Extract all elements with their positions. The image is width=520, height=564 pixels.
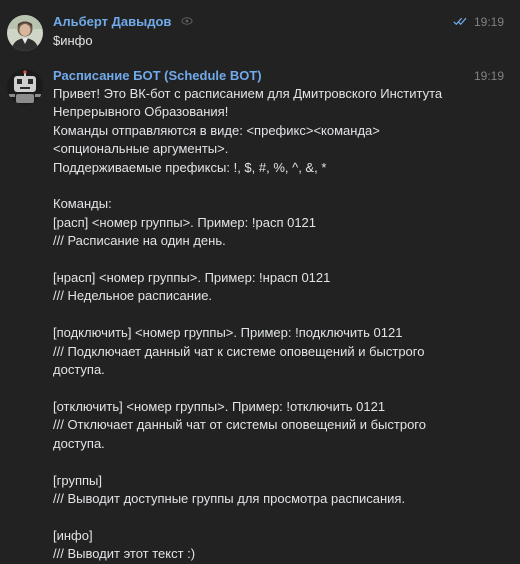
message-text-line: [подключить] <номер группы>. Пример: !по… <box>53 325 403 341</box>
message-text-line <box>53 177 463 195</box>
double-check-icon <box>453 13 467 31</box>
message-body: Привет! Это ВК-бот с расписанием для Дми… <box>53 85 463 564</box>
author-name[interactable]: Альберт Давыдов <box>53 14 171 29</box>
message-text-line: /// Отключает данный чат от системы опов… <box>53 417 426 433</box>
message-header: Альберт Давыдов <box>53 13 463 31</box>
message-text-line <box>53 251 463 269</box>
message-meta: 19:19 <box>474 67 504 85</box>
message-header: Расписание БОТ (Schedule BOT) <box>53 67 463 85</box>
message-text-line: [группы] <box>53 472 102 488</box>
message-text-line: Поддерживаемые префиксы: !, $, #, %, ^, … <box>53 159 327 175</box>
message-text-line: <опциональные аргументы>. <box>53 141 229 157</box>
message-text-line: /// Выводит этот текст :) <box>53 546 196 562</box>
author-name[interactable]: Расписание БОТ (Schedule BOT) <box>53 68 262 83</box>
message-time: 19:19 <box>473 15 504 29</box>
message-text-line: доступа. <box>53 435 105 451</box>
message-body: $инфо <box>53 32 463 50</box>
message-text-line: доступа. <box>53 362 105 378</box>
avatar[interactable] <box>7 15 43 51</box>
message-text-line: /// Подключает данный чат к системе опов… <box>53 343 425 359</box>
message-text-line: Непрерывного Образования! <box>53 104 229 120</box>
message-text-line: [нрасп] <номер группы>. Пример: !нрасп 0… <box>53 270 331 286</box>
message-content: Расписание БОТ (Schedule BOT) Привет! Эт… <box>53 67 463 564</box>
message-meta: 19:19 <box>453 13 504 31</box>
eye-edit-icon <box>181 13 193 31</box>
message-text-line: /// Расписание на один день. <box>53 233 226 249</box>
avatar[interactable] <box>7 69 43 105</box>
message-text-line: [расп] <номер группы>. Пример: !расп 012… <box>53 214 317 230</box>
message-text: $инфо <box>53 33 93 48</box>
message-text-line: /// Недельное расписание. <box>53 288 213 304</box>
message-text-line: /// Выводит доступные группы для просмот… <box>53 490 406 506</box>
message-text-line <box>53 306 463 324</box>
message-text-line <box>53 508 463 526</box>
message-text-line: Привет! Это ВК-бот с расписанием для Дми… <box>53 86 443 101</box>
message-text-line: Команды: <box>53 196 112 212</box>
message-content: Альберт Давыдов $инфо <box>53 13 463 50</box>
message-text-line <box>53 380 463 398</box>
message-text-line: [отключить] <номер группы>. Пример: !отк… <box>53 398 386 414</box>
message-text-line: [инфо] <box>53 527 93 543</box>
message-time: 19:19 <box>473 69 504 83</box>
message-text-line <box>53 453 463 471</box>
message-text-line: Команды отправляются в виде: <префикс><к… <box>53 122 380 138</box>
